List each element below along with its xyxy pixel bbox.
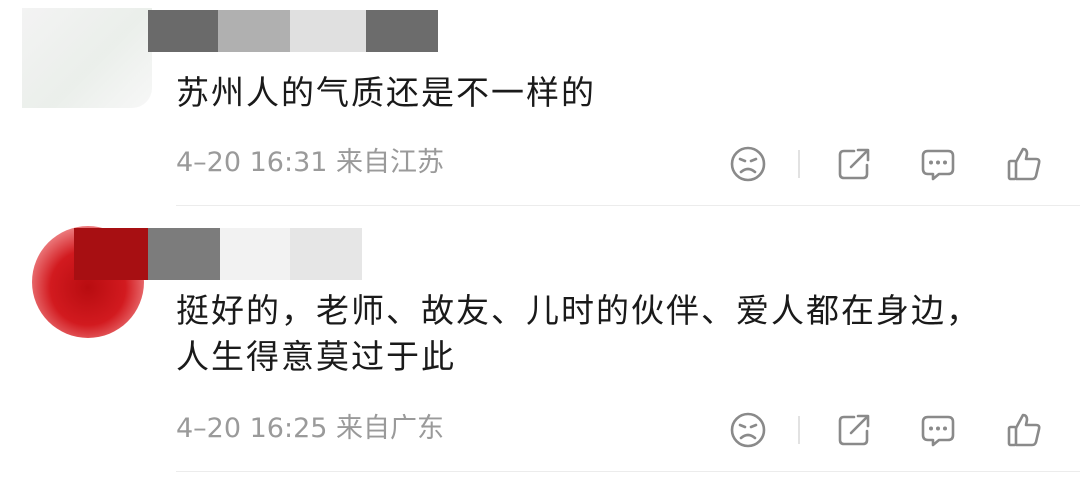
comment-meta: 4–20 16:31 来自江苏 bbox=[176, 148, 444, 178]
comment-time: 4–20 16:25 bbox=[176, 413, 328, 444]
comment-item: 苏州人的气质还是不一样的 4–20 16:31 来自江苏 bbox=[0, 0, 1080, 206]
username-redacted bbox=[74, 228, 362, 280]
comment-location: 来自广东 bbox=[336, 413, 445, 444]
comment-location: 来自江苏 bbox=[336, 147, 445, 178]
share-icon bbox=[838, 148, 870, 180]
comment-divider bbox=[176, 471, 1080, 472]
divider bbox=[798, 150, 800, 178]
comment-text-line: 苏州人的气质还是不一样的 bbox=[176, 73, 596, 112]
avatar[interactable] bbox=[22, 8, 152, 108]
sad-face-icon bbox=[730, 146, 766, 182]
comment-meta: 4–20 16:25 来自广东 bbox=[176, 414, 444, 444]
comment-text: 苏州人的气质还是不一样的 bbox=[176, 70, 596, 116]
comment-icon bbox=[921, 149, 955, 181]
share-button[interactable] bbox=[834, 144, 874, 184]
thumbs-up-icon bbox=[1007, 413, 1041, 447]
sad-face-icon bbox=[730, 412, 766, 448]
thumbs-up-icon bbox=[1007, 147, 1041, 181]
comment-item: 挺好的，老师、故友、儿时的伙伴、爱人都在身边， 人生得意莫过于此 4–20 16… bbox=[0, 206, 1080, 472]
username-redacted bbox=[148, 10, 438, 52]
reply-button[interactable] bbox=[918, 144, 958, 184]
dislike-button[interactable] bbox=[728, 410, 768, 450]
dislike-button[interactable] bbox=[728, 144, 768, 184]
comment-actions bbox=[722, 404, 1052, 454]
share-button[interactable] bbox=[834, 410, 874, 450]
comment-actions bbox=[722, 138, 1052, 188]
share-icon bbox=[838, 414, 870, 446]
comment-time: 4–20 16:31 bbox=[176, 147, 328, 178]
comment-text: 挺好的，老师、故友、儿时的伙伴、爱人都在身边， 人生得意莫过于此 bbox=[176, 288, 981, 380]
comment-text-line: 人生得意莫过于此 bbox=[176, 337, 456, 376]
reply-button[interactable] bbox=[918, 410, 958, 450]
like-button[interactable] bbox=[1004, 410, 1044, 450]
comment-icon bbox=[921, 415, 955, 447]
comment-text-line: 挺好的，老师、故友、儿时的伙伴、爱人都在身边， bbox=[176, 291, 981, 330]
divider bbox=[798, 416, 800, 444]
like-button[interactable] bbox=[1004, 144, 1044, 184]
